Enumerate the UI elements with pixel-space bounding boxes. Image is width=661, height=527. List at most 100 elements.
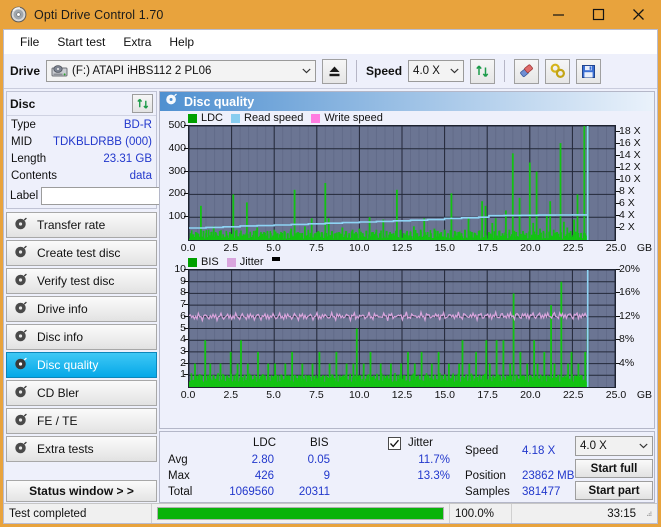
x-tick-label: 10.0 <box>348 389 370 401</box>
resize-grip[interactable] <box>641 504 657 523</box>
sidebar-item-transfer-rate[interactable]: Transfer rate <box>6 212 157 238</box>
client-area: File Start test Extra Help Drive (F:) AT… <box>3 29 658 524</box>
eraser-button[interactable] <box>514 58 540 84</box>
stats-bis-max: 9 <box>323 470 330 482</box>
disc-row-value: data <box>129 169 152 182</box>
x-tick-label: 0.0 <box>180 389 196 401</box>
sidebar-item-disc-info[interactable]: Disc info <box>6 324 157 350</box>
stats-speed-select[interactable]: 4.0 X <box>575 436 653 456</box>
sidebar-item-label: Verify test disc <box>37 274 115 288</box>
disc-test-icon <box>14 245 28 262</box>
maximize-button[interactable] <box>578 0 618 29</box>
sidebar-item-cd-bler[interactable]: CD Bler <box>6 380 157 406</box>
stats-header-bis: BIS <box>310 437 329 449</box>
sidebar-item-disc-quality[interactable]: Disc quality <box>6 352 157 378</box>
menu-item-start-test[interactable]: Start test <box>49 32 113 52</box>
legend-label-write-speed: Write speed <box>324 112 383 124</box>
y2-tick-label: 12 X <box>619 161 641 173</box>
sidebar-item-label: CD Bler <box>37 386 80 400</box>
legend-marker-icon <box>271 257 280 261</box>
refresh-button[interactable] <box>470 58 496 84</box>
sidebar-item-label: Drive info <box>37 302 88 316</box>
sidebar-item-create-test-disc[interactable]: Create test disc <box>6 240 157 266</box>
top-chart-y-axis: 100 200 300 400 500 <box>160 120 188 241</box>
eject-button[interactable] <box>322 58 348 84</box>
y2-tick-label: 10 X <box>619 173 641 185</box>
jitter-checkbox[interactable] <box>388 437 401 450</box>
x-tick-label: 20.0 <box>520 242 541 254</box>
x-tick-label: 15.0 <box>434 389 456 401</box>
application-window: Opti Drive Control 1.70 File Start test … <box>0 0 661 527</box>
legend-label-jitter: Jitter <box>239 256 264 268</box>
disc-test-icon <box>14 385 28 402</box>
y2-tick-label: 8% <box>619 333 635 346</box>
x-tick-label: 7.5 <box>309 389 324 401</box>
sidebar-item-drive-info[interactable]: Drive info <box>6 296 157 322</box>
toolbar-divider <box>356 60 358 82</box>
disc-refresh-button[interactable] <box>132 94 153 113</box>
y2-tick-label: 8 X <box>619 185 635 197</box>
menu-item-help[interactable]: Help <box>161 32 202 52</box>
minimize-button[interactable] <box>538 0 578 29</box>
y2-tick-label: 6 X <box>619 197 635 209</box>
menu-item-file[interactable]: File <box>12 32 47 52</box>
save-button[interactable] <box>576 58 602 84</box>
x-tick-label: 12.5 <box>391 389 413 401</box>
sidebar-item-label: Transfer rate <box>37 218 106 232</box>
sidebar-item-label: Extra tests <box>37 442 94 456</box>
bottom-chart-plot-area[interactable] <box>188 269 616 388</box>
speed-select[interactable]: 4.0 X <box>408 60 465 82</box>
stats-row-max-label: Max <box>168 470 190 482</box>
stats-panel: LDC BIS Avg Max Total 2.80 426 1069560 0… <box>159 431 655 503</box>
stats-ldc-max: 426 <box>254 470 274 482</box>
y2-tick-label: 18 X <box>619 125 641 137</box>
top-chart-y2-axis: 2 X4 X6 X8 X 10 X 12 X 14 X 16 X 18 X <box>616 125 654 241</box>
drive-label: Drive <box>10 64 41 78</box>
x-axis-unit-label: GB <box>636 242 652 254</box>
toolbar-divider <box>504 60 506 82</box>
disc-row-key: MID <box>11 135 33 148</box>
x-tick-label: 17.5 <box>477 242 498 254</box>
drive-select[interactable]: (F:) ATAPI iHBS112 2 PL06 <box>46 60 317 82</box>
sidebar-item-extra-tests[interactable]: Extra tests <box>6 436 157 462</box>
link-button[interactable] <box>545 58 571 84</box>
chevron-down-icon <box>446 61 463 81</box>
stats-header-ldc: LDC <box>253 437 277 449</box>
stats-speed-select-value: 4.0 X <box>580 440 607 452</box>
sidebar-item-label: Disc info <box>37 330 84 344</box>
stats-position-label: Position <box>465 470 506 482</box>
y2-tick-label: 16% <box>619 286 641 299</box>
disc-row-length: Length 23.31 GB <box>7 150 156 167</box>
menu-item-extra[interactable]: Extra <box>115 32 159 52</box>
close-button[interactable] <box>618 0 658 29</box>
start-part-button[interactable]: Start part <box>575 481 653 500</box>
disc-info-panel: Disc Type BD-R MID TDKBLDRBB (000) Lengt… <box>6 91 212 209</box>
stats-bis-total: 20311 <box>298 486 330 498</box>
stats-speed-value: 4.18 X <box>522 445 556 457</box>
sidebar-item-verify-test-disc[interactable]: Verify test disc <box>6 268 157 294</box>
top-chart-plot-area[interactable] <box>188 125 616 241</box>
x-tick-label: 22.5 <box>562 242 584 254</box>
status-window-button[interactable]: Status window > > <box>6 480 157 502</box>
x-tick-label: 2.5 <box>223 242 239 254</box>
disc-test-icon <box>14 357 28 374</box>
disc-test-icon <box>14 273 28 290</box>
toolbar: Drive (F:) ATAPI iHBS112 2 PL06 Speed 4.… <box>4 54 657 89</box>
start-full-button[interactable]: Start full <box>575 459 653 478</box>
sidebar-item-fe-te[interactable]: FE / TE <box>6 408 157 434</box>
x-tick-label: 0.0 <box>180 242 196 254</box>
sidebar-item-label: FE / TE <box>37 414 78 428</box>
x-tick-label: 10.0 <box>348 242 370 254</box>
x-tick-label: 5.0 <box>266 242 281 254</box>
stats-position-value: 23862 MB <box>522 470 575 482</box>
x-axis-unit-label: GB <box>636 389 652 401</box>
disc-label-row: Label <box>7 184 212 208</box>
chevron-down-icon <box>635 437 652 455</box>
x-tick-label: 7.5 <box>309 242 324 254</box>
body: Disc Type BD-R MID TDKBLDRBB (000) Lengt… <box>4 89 657 503</box>
disc-row-value: 23.31 GB <box>103 152 152 165</box>
elapsed-time: 33:15 <box>511 504 641 523</box>
disc-row-key: Type <box>11 118 36 131</box>
x-tick-label: 22.5 <box>562 389 584 401</box>
